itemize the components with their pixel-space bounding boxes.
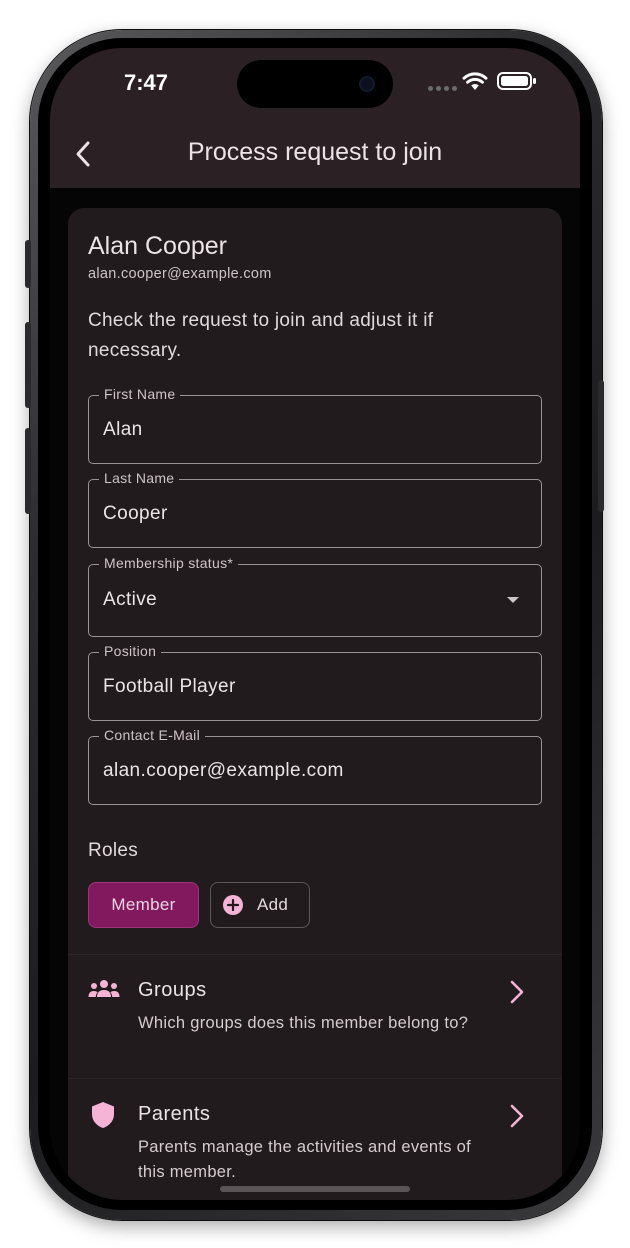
dynamic-island (237, 60, 393, 108)
last-name-value: Cooper (103, 503, 168, 524)
volume-down-button (25, 428, 31, 514)
first-name-field[interactable]: First Name Alan (88, 386, 542, 464)
shield-icon (92, 1102, 114, 1128)
parents-tile[interactable]: Parents Parents manage the activities an… (68, 1079, 562, 1200)
status-time: 7:47 (124, 70, 169, 95)
parents-subtitle: Parents manage the activities and events… (138, 1138, 472, 1181)
home-indicator[interactable] (220, 1186, 410, 1192)
member-email: alan.cooper@example.com (88, 266, 272, 282)
battery-icon (497, 72, 536, 90)
parents-title: Parents (138, 1103, 211, 1125)
first-name-value: Alan (103, 419, 143, 440)
membership-status-label: Membership status* (99, 555, 239, 571)
roles-title: Roles (88, 840, 139, 861)
groups-icon (88, 980, 120, 997)
membership-status-value: Active (103, 589, 158, 610)
position-label: Position (99, 643, 162, 659)
camera-icon (359, 76, 375, 92)
groups-title: Groups (138, 979, 207, 1001)
membership-status-dropdown[interactable]: Membership status* Active (88, 555, 542, 637)
add-role-label: Add (257, 895, 289, 914)
groups-tile[interactable]: Groups Which groups does this member bel… (68, 955, 562, 1078)
add-role-button[interactable]: Add (210, 882, 310, 928)
signal-icon (428, 86, 457, 91)
volume-up-button (25, 322, 31, 408)
chevron-right-icon (510, 980, 524, 1004)
contact-email-label: Contact E-Mail (99, 727, 206, 743)
request-card: Alan Cooper alan.cooper@example.com Chec… (68, 208, 562, 1200)
intro-text: Check the request to join and adjust it … (88, 310, 434, 361)
first-name-label: First Name (99, 386, 181, 402)
add-circle-icon (223, 895, 243, 915)
page-title: Process request to join (187, 138, 443, 166)
screen: 7:47 Process request to join Alan Cooper… (50, 48, 580, 1200)
position-value: Football Player (103, 676, 236, 697)
chevron-right-icon (510, 1104, 524, 1128)
member-name: Alan Cooper (88, 232, 227, 260)
contact-email-field[interactable]: Contact E-Mail alan.cooper@example.com (88, 727, 542, 805)
last-name-field[interactable]: Last Name Cooper (88, 470, 542, 548)
app-bar: 7:47 Process request to join (50, 48, 580, 188)
role-chip-member[interactable]: Member (88, 882, 199, 928)
position-field[interactable]: Position Football Player (88, 643, 542, 721)
dropdown-arrow-icon (507, 597, 519, 603)
action-button (25, 240, 31, 288)
groups-subtitle: Which groups does this member belong to? (138, 1014, 469, 1032)
contact-email-value: alan.cooper@example.com (103, 760, 344, 781)
last-name-label: Last Name (99, 470, 180, 486)
wifi-icon (462, 72, 488, 90)
power-button (598, 380, 604, 512)
